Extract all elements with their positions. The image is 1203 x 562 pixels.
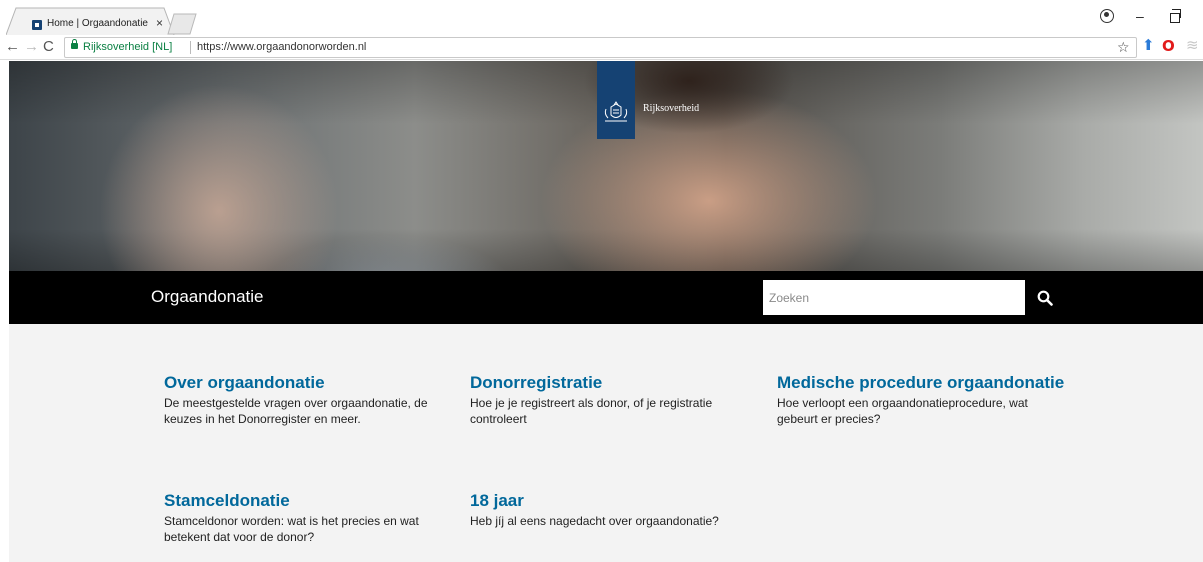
- rijksoverheid-logo[interactable]: [597, 61, 635, 139]
- lock-icon: [71, 39, 78, 49]
- topic-card: Medische procedure orgaandonatie Hoe ver…: [777, 372, 1067, 427]
- topic-card: Donorregistratie Hoe je je registreert a…: [470, 372, 750, 427]
- topic-description: De meestgestelde vragen over orgaandonat…: [164, 396, 428, 426]
- shield-extension-icon[interactable]: ⬆: [1142, 38, 1155, 54]
- stack-extension-icon[interactable]: ≋: [1186, 38, 1199, 54]
- minimize-button[interactable]: –: [1136, 9, 1144, 23]
- topic-title-link[interactable]: Stamceldonatie: [164, 490, 454, 511]
- ev-certificate-name[interactable]: Rijksoverheid [NL]: [83, 41, 172, 53]
- tab-close-icon[interactable]: ×: [156, 16, 163, 30]
- forward-arrow-icon[interactable]: →: [24, 39, 39, 55]
- star-icon[interactable]: ☆: [1117, 39, 1130, 56]
- topic-card: Over orgaandonatie De meestgestelde vrag…: [164, 372, 454, 427]
- hero-image: Rijksoverheid: [9, 61, 1203, 271]
- site-favicon-icon: [32, 20, 42, 30]
- search-icon: [1037, 290, 1053, 306]
- address-separator: [190, 41, 191, 54]
- coat-of-arms-icon: [604, 101, 628, 122]
- topic-card: Stamceldonatie Stamceldonor worden: wat …: [164, 490, 454, 545]
- profile-icon[interactable]: [1100, 9, 1114, 23]
- logo-text: Rijksoverheid: [643, 103, 700, 114]
- topic-card: 18 jaar Heb jíj al eens nagedacht over o…: [470, 490, 760, 529]
- browser-tab[interactable]: Home | Orgaandonatie ×: [6, 7, 176, 35]
- topic-title-link[interactable]: 18 jaar: [470, 490, 760, 511]
- topic-description: Hoe verloopt een orgaandonatieprocedure,…: [777, 396, 1028, 426]
- topic-description: Hoe je je registreert als donor, of je r…: [470, 396, 713, 426]
- topic-description: Heb jíj al eens nagedacht over orgaandon…: [470, 514, 719, 528]
- search-button[interactable]: [1025, 280, 1065, 315]
- reload-icon[interactable]: C: [43, 39, 54, 55]
- back-arrow-icon[interactable]: ←: [5, 39, 20, 55]
- tab-title: Home | Orgaandonatie: [47, 18, 148, 29]
- opera-extension-icon[interactable]: O: [1162, 38, 1175, 54]
- topics-section: Over orgaandonatie De meestgestelde vrag…: [9, 324, 1203, 562]
- search-input[interactable]: [763, 280, 1025, 315]
- tab-strip: Home | Orgaandonatie × –: [0, 0, 1203, 35]
- site-header-bar: Orgaandonatie: [9, 271, 1203, 324]
- topic-title-link[interactable]: Donorregistratie: [470, 372, 750, 393]
- new-tab-button[interactable]: [166, 13, 198, 35]
- topic-description: Stamceldonor worden: wat is het precies …: [164, 514, 419, 544]
- topic-title-link[interactable]: Medische procedure orgaandonatie: [777, 372, 1067, 393]
- address-bar[interactable]: Rijksoverheid [NL] https://www.orgaandon…: [64, 37, 1137, 58]
- browser-toolbar: ← → C Rijksoverheid [NL] https://www.org…: [0, 35, 1203, 60]
- restore-button[interactable]: [1170, 9, 1181, 23]
- site-title[interactable]: Orgaandonatie: [151, 287, 263, 307]
- topic-title-link[interactable]: Over orgaandonatie: [164, 372, 454, 393]
- url-text[interactable]: https://www.orgaandonorworden.nl: [197, 41, 366, 53]
